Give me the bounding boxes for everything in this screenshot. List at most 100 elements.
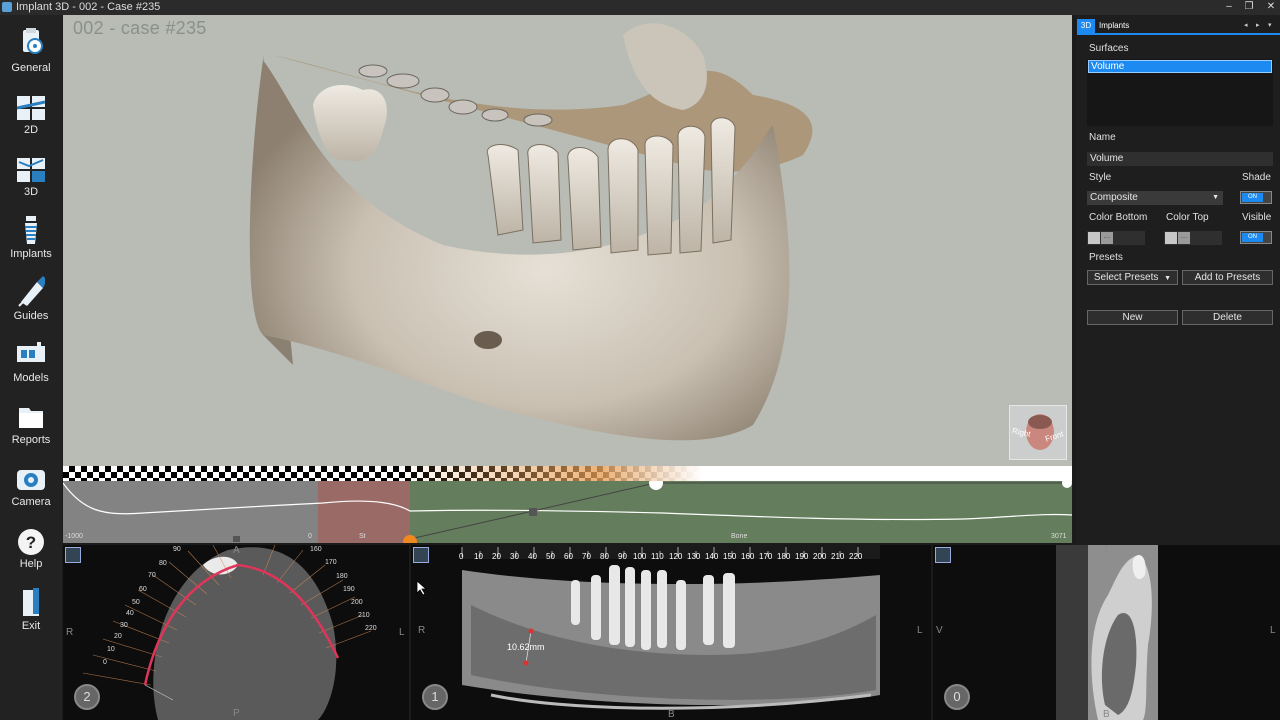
model-icon: [17, 342, 45, 362]
panoramic-slice: [461, 545, 880, 720]
arch-tick: 40: [126, 610, 134, 617]
title-bar: Implant 3D - 002 - Case #235 – ❐ ✕: [0, 0, 1280, 15]
viewport-layout-icon[interactable]: [935, 547, 951, 563]
close-button[interactable]: ✕: [1264, 1, 1278, 13]
cross-section-viewport[interactable]: V L T B 0: [933, 545, 1280, 720]
ruler-tick: 60: [564, 552, 573, 561]
ruler-tick: 140: [705, 552, 719, 561]
color-top-picker[interactable]: …: [1164, 231, 1222, 245]
new-button[interactable]: New: [1087, 310, 1178, 325]
arch-tick: 200: [351, 599, 363, 606]
add-to-presets-button[interactable]: Add to Presets: [1182, 270, 1273, 285]
surfaces-label: Surfaces: [1089, 43, 1129, 54]
ruler-tick: 90: [618, 552, 627, 561]
ruler-tick: 40: [528, 552, 537, 561]
tab-prev-icon[interactable]: ◂: [1244, 21, 1248, 29]
sidebar-item-exit[interactable]: Exit: [0, 578, 62, 636]
panoramic-viewport[interactable]: 0 10 20 30 40 50 60 70 80 90 100 110 120…: [411, 545, 931, 720]
color-bottom-label: Color Bottom: [1089, 212, 1148, 223]
arch-tick: 20: [114, 633, 122, 640]
ruler-tick: 130: [687, 552, 701, 561]
new-label: New: [1122, 312, 1143, 323]
tab-menu-icon[interactable]: ▾: [1268, 21, 1272, 29]
orient-top-label: T: [1103, 545, 1110, 556]
arch-tick: 90: [173, 546, 181, 553]
orient-vestibular-label: V: [936, 625, 943, 636]
ruler-tick: 70: [582, 552, 591, 561]
tab-label: 3D: [1080, 21, 1092, 30]
color-swatch: [1165, 232, 1177, 244]
tab-underline: [1077, 33, 1280, 35]
ruler-tick: 170: [759, 552, 773, 561]
delete-label: Delete: [1213, 312, 1242, 323]
tf-st-label: St: [359, 533, 366, 540]
orient-left-label: L: [399, 627, 405, 638]
sidebar-item-2d[interactable]: 2D: [0, 82, 62, 140]
sidebar-item-general[interactable]: General: [0, 20, 62, 78]
tab-3d[interactable]: 3D: [1077, 19, 1095, 33]
surfaces-list[interactable]: Volume: [1087, 59, 1273, 126]
delete-button[interactable]: Delete: [1182, 310, 1273, 325]
color-bottom-picker[interactable]: …: [1087, 231, 1145, 245]
orient-bottom-label: B: [668, 709, 675, 720]
mouse-cursor-icon: [416, 580, 428, 596]
3d-viewport[interactable]: 002 - case #235 Right Front: [63, 15, 1072, 466]
visible-label: Visible: [1242, 212, 1272, 223]
name-field[interactable]: Volume: [1087, 152, 1273, 166]
tab-implants[interactable]: Implants: [1097, 19, 1157, 33]
select-presets-dropdown[interactable]: Select Presets ▼: [1087, 270, 1178, 285]
sidebar-item-label: Models: [13, 372, 49, 384]
orient-anterior-label: A: [233, 545, 240, 556]
shade-toggle-label: ON: [1242, 193, 1263, 202]
viewport-layout-icon[interactable]: [413, 547, 429, 563]
orient-posterior-label: P: [233, 708, 240, 719]
mandible-render: [249, 23, 813, 441]
sidebar-item-camera[interactable]: Camera: [0, 454, 62, 512]
surface-item-volume[interactable]: Volume: [1088, 60, 1272, 73]
ellipsis-icon: …: [1178, 232, 1190, 244]
sidebar-item-guides[interactable]: Guides: [0, 268, 62, 326]
arch-tick: 50: [132, 599, 140, 606]
arch-tick: 220: [365, 625, 377, 632]
sidebar-item-models[interactable]: Models: [0, 330, 62, 388]
slice-number: 1: [431, 689, 439, 704]
transfer-function-editor[interactable]: -1000 0 St Bone 3071: [63, 481, 1072, 543]
style-dropdown[interactable]: Composite ▼: [1087, 191, 1223, 205]
ruler-tick: 10: [474, 552, 483, 561]
shade-label: Shade: [1242, 172, 1271, 183]
cross-section-slice: [1056, 545, 1158, 720]
sidebar-item-reports[interactable]: Reports: [0, 392, 62, 450]
slice-number-badge: 2: [74, 684, 100, 710]
3d-view-icon: [17, 158, 45, 182]
app-icon: [2, 2, 12, 12]
style-label: Style: [1089, 172, 1112, 183]
visible-toggle-label: ON: [1242, 233, 1263, 242]
tf-bone-label: Bone: [731, 533, 748, 540]
distance-measurement[interactable]: 10.62mm: [507, 642, 545, 652]
sidebar-item-help[interactable]: ? Help: [0, 516, 62, 574]
ruler-tick: 100: [633, 552, 647, 561]
slice-number-badge: 1: [422, 684, 448, 710]
color-top-label: Color Top: [1166, 212, 1209, 223]
viewport-layout-icon[interactable]: [65, 547, 81, 563]
shade-toggle[interactable]: ON: [1240, 191, 1272, 204]
sidebar-item-label: 2D: [23, 124, 39, 136]
camera-icon: [17, 470, 45, 490]
sidebar-item-implants[interactable]: Implants: [0, 206, 62, 264]
ruler-tick: 220: [849, 552, 863, 561]
orientation-cube[interactable]: Right Front: [1009, 405, 1067, 460]
arch-tick: 190: [343, 586, 355, 593]
sidebar-item-3d[interactable]: 3D: [0, 144, 62, 202]
chevron-down-icon: ▼: [1164, 275, 1172, 282]
tf-min-value: -1000: [65, 533, 83, 540]
ruler-tick: 150: [723, 552, 737, 561]
maximize-button[interactable]: ❐: [1242, 1, 1256, 13]
visible-toggle[interactable]: ON: [1240, 231, 1272, 244]
presets-label: Presets: [1089, 252, 1123, 263]
axial-viewport[interactable]: A P R L 0 10 20 30 40 50 60 70 80 90 160…: [63, 545, 409, 720]
general-icon: [23, 28, 43, 54]
tab-next-icon[interactable]: ▸: [1256, 21, 1260, 29]
ruler-tick: 160: [741, 552, 755, 561]
slice-number: 0: [953, 689, 961, 704]
minimize-button[interactable]: –: [1222, 1, 1236, 13]
